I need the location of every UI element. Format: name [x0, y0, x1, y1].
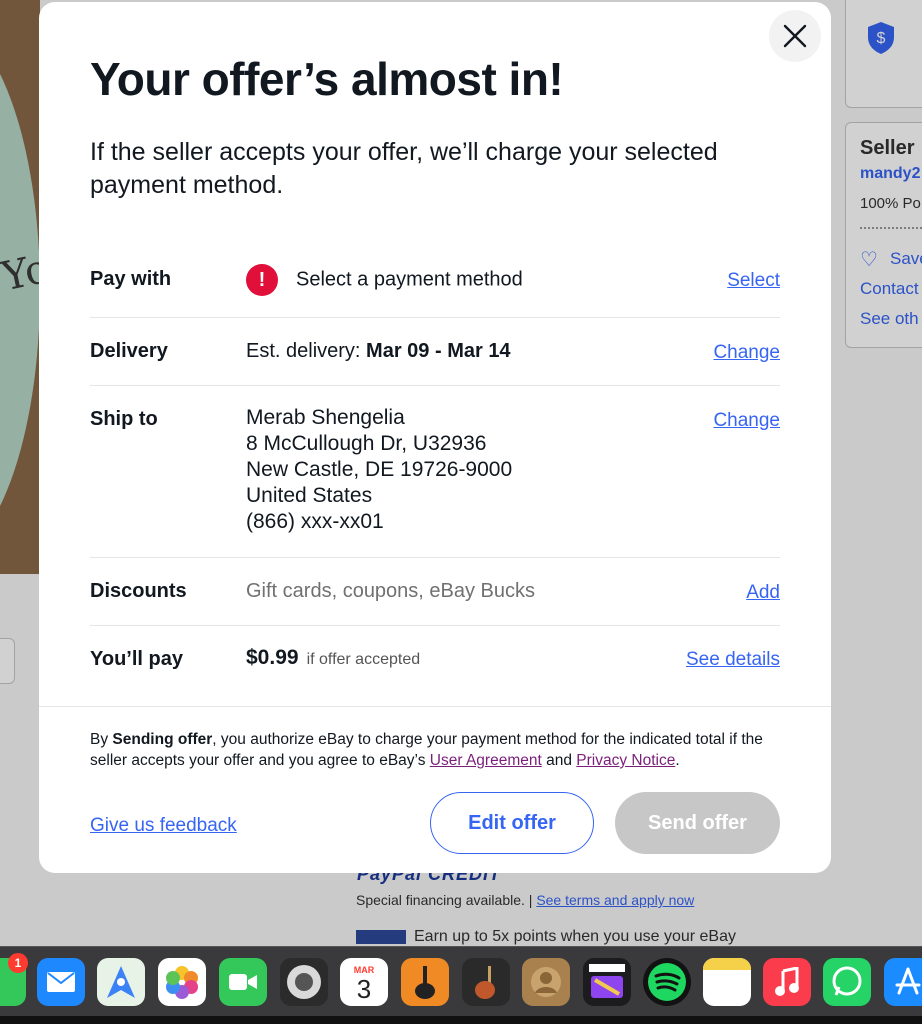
pay-with-row: Pay with ! Select a payment method Select	[90, 248, 780, 318]
delivery-row: Delivery Est. delivery: Mar 09 - Mar 14 …	[90, 318, 780, 386]
shipping-address: Merab Shengelia 8 McCullough Dr, U32936 …	[246, 405, 512, 535]
photos-icon[interactable]	[158, 958, 206, 1006]
change-delivery-link[interactable]: Change	[713, 342, 780, 364]
change-address-link[interactable]: Change	[713, 410, 780, 432]
contacts-icon[interactable]	[522, 958, 570, 1006]
modal-subtitle: If the seller accepts your offer, we’ll …	[90, 138, 718, 199]
app-store-icon[interactable]	[884, 958, 922, 1006]
music-icon[interactable]	[763, 958, 811, 1006]
calendar-day: 3	[356, 974, 372, 1004]
final-cut-icon[interactable]	[583, 958, 631, 1006]
price-amount: $0.99	[246, 646, 299, 669]
facetime-icon[interactable]	[219, 958, 267, 1006]
address-line: (866) xxx-xx01	[246, 510, 384, 533]
notes-icon[interactable]	[703, 958, 751, 1006]
pay-with-value: ! Select a payment method	[246, 264, 523, 296]
you-pay-label: You’ll pay	[90, 648, 183, 670]
ship-to-label: Ship to	[90, 408, 158, 430]
legal-text: By Sending offer, you authorize eBay to …	[90, 729, 790, 771]
see-details-link[interactable]: See details	[686, 649, 780, 671]
discounts-value: Gift cards, coupons, eBay Bucks	[246, 580, 536, 602]
pay-with-text: Select a payment method	[296, 268, 523, 291]
garageband-2-icon[interactable]	[462, 958, 510, 1006]
legal-prefix: By	[90, 731, 113, 748]
close-icon	[783, 24, 807, 48]
add-discount-link[interactable]: Add	[746, 582, 780, 604]
you-pay-row: You’ll pay $0.99 if offer accepted See de…	[90, 626, 780, 692]
macos-dock: 1 MAR 3	[0, 946, 922, 1024]
whatsapp-icon[interactable]	[823, 958, 871, 1006]
delivery-label: Delivery	[90, 340, 168, 362]
screen-bottom-edge	[0, 1016, 922, 1024]
logic-icon[interactable]	[280, 958, 328, 1006]
you-pay-value: $0.99 if offer accepted	[246, 646, 420, 670]
discounts-label: Discounts	[90, 580, 187, 602]
ship-to-row: Ship to Merab Shengelia 8 McCullough Dr,…	[90, 386, 780, 558]
edit-offer-button[interactable]: Edit offer	[430, 792, 594, 854]
legal-bold: Sending offer	[112, 731, 213, 748]
legal-and: and	[541, 752, 577, 769]
select-payment-link[interactable]: Select	[727, 270, 780, 292]
feedback-link[interactable]: Give us feedback	[90, 815, 237, 837]
notification-badge: 1	[8, 953, 28, 973]
price-note: if offer accepted	[306, 651, 421, 668]
maps-icon[interactable]	[97, 958, 145, 1006]
delivery-prefix: Est. delivery:	[246, 340, 367, 362]
send-offer-button[interactable]: Send offer	[615, 792, 780, 854]
user-agreement-link[interactable]: User Agreement	[430, 752, 542, 769]
modal-title: Your offer’s almost in!	[90, 53, 564, 105]
discounts-row: Discounts Gift cards, coupons, eBay Buck…	[90, 558, 780, 626]
garageband-icon[interactable]	[401, 958, 449, 1006]
notes-header	[703, 958, 751, 970]
alert-icon: !	[246, 264, 278, 296]
privacy-notice-link[interactable]: Privacy Notice	[576, 752, 675, 769]
address-line: New Castle, DE 19726-9000	[246, 458, 513, 481]
calendar-icon[interactable]: MAR 3	[340, 958, 388, 1006]
offer-modal: Your offer’s almost in! If the seller ac…	[39, 2, 831, 873]
mail-icon[interactable]	[37, 958, 85, 1006]
address-line: Merab Shengelia	[246, 406, 405, 429]
close-button[interactable]	[769, 10, 821, 62]
spotify-icon[interactable]	[643, 958, 691, 1006]
delivery-dates: Mar 09 - Mar 14	[366, 340, 511, 362]
legal-end: .	[675, 752, 680, 769]
delivery-value: Est. delivery: Mar 09 - Mar 14	[246, 340, 511, 363]
address-line: United States	[246, 484, 373, 507]
address-line: 8 McCullough Dr, U32936	[246, 432, 487, 455]
footer-divider	[39, 706, 831, 707]
pay-with-label: Pay with	[90, 268, 172, 290]
